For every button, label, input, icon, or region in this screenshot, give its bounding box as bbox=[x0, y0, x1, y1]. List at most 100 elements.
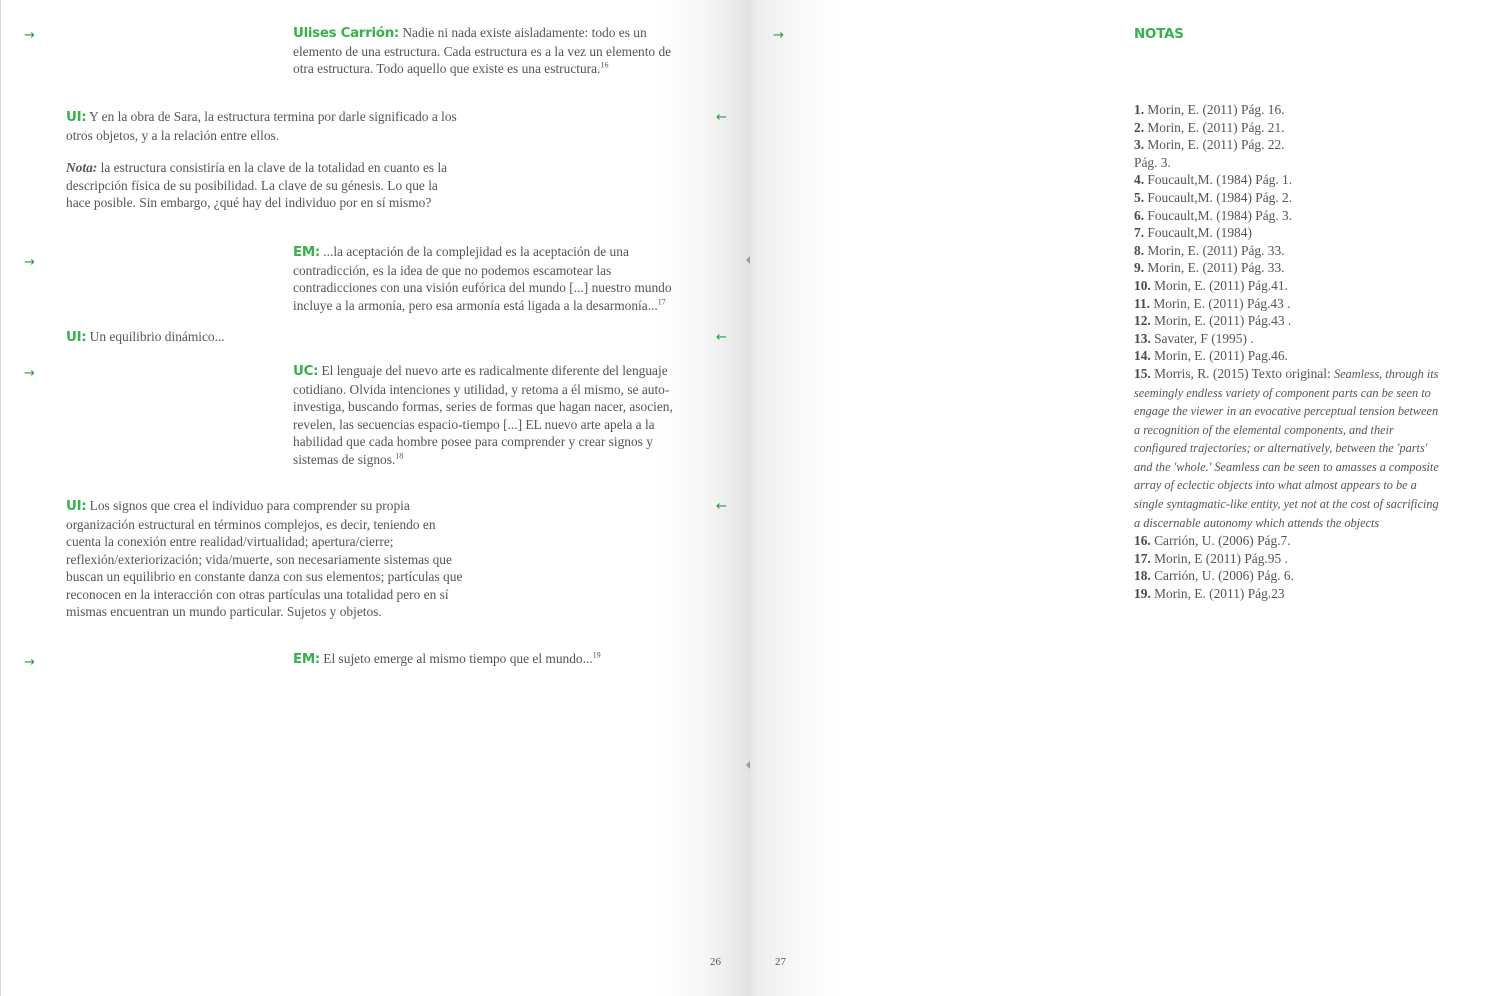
note-label: Nota: bbox=[66, 160, 98, 175]
note-text: Carrión, U. (2006) Pág.7. bbox=[1150, 533, 1291, 549]
note-text: Morin, E. (2011) Pág. 22. bbox=[1144, 137, 1285, 153]
note-item: 7. Foucault,M. (1984) bbox=[1134, 224, 1439, 242]
note-text: Foucault,M. (1984) Pág. 2. bbox=[1144, 189, 1293, 205]
note-text: Morin, E. (2011) Pág.43 . bbox=[1150, 313, 1292, 329]
note-item: 19. Morin, E. (2011) Pág.23 bbox=[1134, 585, 1439, 603]
note-item: 3. Morin, E. (2011) Pág. 22. bbox=[1134, 136, 1439, 154]
speaker-label: UC: bbox=[293, 364, 319, 379]
speaker-label: EM: bbox=[293, 245, 320, 260]
note-item: Pág. 3. bbox=[1134, 154, 1439, 172]
note-number: 8. bbox=[1134, 242, 1145, 258]
footnote-ref: 18 bbox=[395, 451, 404, 461]
note-original-text: Seamless, through its seemingly endless … bbox=[1134, 366, 1439, 530]
note-text: Morin, E. (2011) Pág. 16. bbox=[1144, 102, 1285, 117]
note-number: 11. bbox=[1134, 295, 1150, 311]
speaker-label: UI: bbox=[66, 110, 87, 125]
note-text: Carrión, U. (2006) Pág. 6. bbox=[1150, 568, 1294, 584]
note-item: 16. Carrión, U. (2006) Pág.7. bbox=[1134, 532, 1439, 550]
note-item: 1. Morin, E. (2011) Pág. 16. bbox=[1134, 101, 1439, 119]
note-item: 6. Foucault,M. (1984) Pág. 3. bbox=[1134, 207, 1439, 225]
footnote-ref: 16 bbox=[600, 60, 609, 70]
arrow-left-icon: ← bbox=[716, 110, 727, 125]
dialogue-text: ...la aceptación de la complejidad es la… bbox=[293, 244, 672, 313]
note-number: 16. bbox=[1134, 533, 1151, 549]
dialogue-text: El sujeto emerge al mismo tiempo que el … bbox=[319, 651, 593, 666]
note-number: 4. bbox=[1134, 172, 1145, 188]
note-number: 12. bbox=[1134, 313, 1151, 329]
note-item: 9. Morin, E. (2011) Pág. 33. bbox=[1134, 259, 1439, 277]
footnote-ref: 17 bbox=[657, 297, 666, 307]
speaker-label: Ulises Carrión: bbox=[293, 26, 399, 41]
note-block: Nota: la estructura consistiría en la cl… bbox=[66, 159, 450, 212]
note-text: Morin, E. (2011) Pág.43 . bbox=[1150, 295, 1291, 311]
dialogue-text: Y en la obra de Sara, la estructura term… bbox=[66, 109, 457, 143]
note-number: 5. bbox=[1134, 189, 1145, 205]
triangle-left-icon bbox=[746, 761, 750, 769]
note-number: 19. bbox=[1134, 586, 1151, 602]
note-item: 17. Morin, E (2011) Pág.95 . bbox=[1134, 550, 1439, 568]
note-item: 2. Morin, E. (2011) Pág. 21. bbox=[1134, 119, 1439, 137]
book-spread: → ← → ← → ← → Ulises Carrión: Nadie ni n… bbox=[0, 0, 1500, 996]
speaker-label: UI: bbox=[66, 330, 87, 345]
page-number: 26 bbox=[710, 956, 721, 968]
notes-title: NOTAS bbox=[1134, 27, 1184, 42]
note-text: Morin, E (2011) Pág.95 . bbox=[1150, 550, 1288, 566]
note-number: 13. bbox=[1134, 330, 1151, 346]
arrow-right-icon: → bbox=[24, 255, 35, 270]
dialogue-block: EM: ...la aceptación de la complejidad e… bbox=[293, 243, 691, 314]
note-item: 13. Savater, F (1995) . bbox=[1134, 330, 1439, 348]
arrow-right-icon: → bbox=[24, 28, 35, 43]
note-text: Foucault,M. (1984) Pág. 3. bbox=[1144, 207, 1293, 223]
note-item: 11. Morin, E. (2011) Pág.43 . bbox=[1134, 295, 1439, 313]
note-item: 18. Carrión, U. (2006) Pág. 6. bbox=[1134, 567, 1439, 585]
note-text: Morin, E. (2011) Pág. 33. bbox=[1144, 242, 1285, 258]
arrow-right-icon: → bbox=[773, 28, 784, 43]
dialogue-block: UI: Y en la obra de Sara, la estructura … bbox=[66, 108, 464, 144]
note-number: 9. bbox=[1134, 260, 1145, 276]
note-text: la estructura consistiría en la clave de… bbox=[66, 160, 448, 210]
speaker-label: UI: bbox=[66, 499, 87, 514]
note-item: 4. Foucault,M. (1984) Pág. 1. bbox=[1134, 171, 1439, 189]
note-number: 3. bbox=[1134, 137, 1145, 153]
notes-list: 1. Morin, E. (2011) Pág. 16. 2. Morin, E… bbox=[1134, 101, 1439, 603]
note-text: Foucault,M. (1984) bbox=[1144, 225, 1252, 241]
note-text: Pág. 3. bbox=[1134, 154, 1171, 170]
arrow-right-icon: → bbox=[24, 366, 35, 381]
arrow-left-icon: ← bbox=[716, 499, 727, 514]
note-number: 2. bbox=[1134, 119, 1145, 135]
arrow-left-icon: ← bbox=[716, 330, 727, 345]
note-item: 14. Morin, E. (2011) Pag.46. bbox=[1134, 347, 1439, 365]
dialogue-text: Un equilibrio dinámico... bbox=[86, 329, 225, 344]
note-text: Morris, R. (2015) Texto original: bbox=[1150, 365, 1335, 381]
note-number: 17. bbox=[1134, 550, 1151, 566]
dialogue-block: EM: El sujeto emerge al mismo tiempo que… bbox=[293, 650, 691, 669]
note-text: Morin, E. (2011) Pág.23 bbox=[1150, 586, 1285, 602]
note-item: 15. Morris, R. (2015) Texto original: Se… bbox=[1134, 365, 1439, 532]
note-text: Morin, E. (2011) Pág. 21. bbox=[1144, 119, 1285, 135]
note-number: 10. bbox=[1134, 277, 1151, 293]
note-item: 10. Morin, E. (2011) Pág.41. bbox=[1134, 277, 1439, 295]
note-number: 18. bbox=[1134, 568, 1151, 584]
footnote-ref: 19 bbox=[592, 650, 601, 660]
dialogue-block: UC: El lenguaje del nuevo arte es radica… bbox=[293, 362, 691, 468]
note-number: 1. bbox=[1134, 102, 1145, 117]
dialogue-text: El lenguaje del nuevo arte es radicalmen… bbox=[293, 363, 673, 467]
note-number: 7. bbox=[1134, 225, 1145, 241]
dialogue-block: Ulises Carrión: Nadie ni nada existe ais… bbox=[293, 24, 685, 78]
note-item: 12. Morin, E. (2011) Pág.43 . bbox=[1134, 312, 1439, 330]
note-number: 15. bbox=[1134, 365, 1151, 381]
note-text: Savater, F (1995) . bbox=[1150, 330, 1254, 346]
note-item: 8. Morin, E. (2011) Pág. 33. bbox=[1134, 242, 1439, 260]
page-number: 27 bbox=[775, 956, 786, 968]
triangle-left-icon bbox=[746, 256, 750, 264]
dialogue-text: Los signos que crea el individuo para co… bbox=[66, 498, 463, 619]
note-number: 14. bbox=[1134, 348, 1151, 364]
speaker-label: EM: bbox=[293, 652, 320, 667]
dialogue-block: UI: Los signos que crea el individuo par… bbox=[66, 497, 464, 621]
note-text: Morin, E. (2011) Pag.46. bbox=[1150, 348, 1288, 364]
note-number: 6. bbox=[1134, 207, 1145, 223]
left-page: → ← → ← → ← → Ulises Carrión: Nadie ni n… bbox=[0, 0, 750, 996]
dialogue-block: UI: Un equilibrio dinámico... bbox=[66, 328, 466, 347]
note-text: Morin, E. (2011) Pág. 33. bbox=[1144, 260, 1285, 276]
note-text: Foucault,M. (1984) Pág. 1. bbox=[1144, 172, 1293, 188]
